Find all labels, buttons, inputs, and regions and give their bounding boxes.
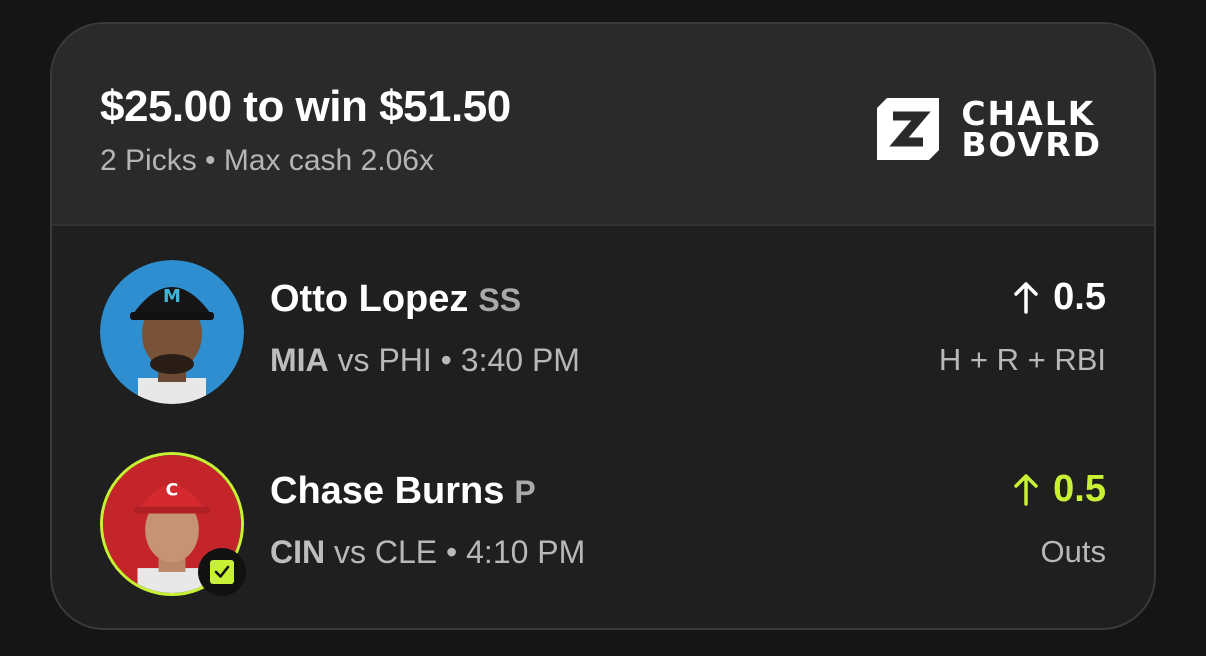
player-name-line: Chase Burns P <box>270 470 536 513</box>
pick-hit-badge <box>198 548 246 596</box>
check-icon <box>210 560 234 584</box>
player-name: Chase Burns <box>270 470 505 512</box>
player-name: Otto Lopez <box>270 278 469 320</box>
stat-type: H + R + RBI <box>938 342 1106 377</box>
arrow-up-icon <box>1014 281 1038 314</box>
team-abbr: CIN <box>270 534 326 570</box>
picks-summary: 2 Picks • Max cash 2.06x <box>100 144 434 177</box>
line-value: 0.5 <box>1053 276 1106 318</box>
stake-payout-title: $25.00 to win $51.50 <box>100 82 511 131</box>
matchup-time: vs PHI • 3:40 PM <box>337 342 580 378</box>
arrow-up-icon <box>1014 473 1038 506</box>
player-position: P <box>514 474 536 510</box>
projection-line: 0.5 <box>1013 276 1106 319</box>
player-avatar: M <box>100 260 244 404</box>
chalkboard-logo-text: CHALK BOVRD <box>961 97 1102 164</box>
chalkboard-logo-icon <box>877 98 940 160</box>
stat-type: Outs <box>1040 534 1106 569</box>
projection-line: 0.5 <box>1013 468 1106 511</box>
svg-text:M: M <box>163 286 181 307</box>
bet-slip-card[interactable]: $25.00 to win $51.50 2 Picks • Max cash … <box>50 22 1156 630</box>
game-info: MIA vs PHI • 3:40 PM <box>270 342 580 379</box>
logo-text-line2: BOVRD <box>961 125 1102 164</box>
line-value: 0.5 <box>1053 468 1106 510</box>
pick-row[interactable]: M Otto Lopez SS MIA vs PHI • 3:40 PM 0.5 … <box>100 260 1106 410</box>
player-position: SS <box>478 282 522 318</box>
matchup-time: vs CLE • 4:10 PM <box>334 534 586 570</box>
svg-text:C: C <box>166 480 179 500</box>
team-abbr: MIA <box>270 342 329 378</box>
player-photo-otto-lopez: M <box>100 260 244 404</box>
game-info: CIN vs CLE • 4:10 PM <box>270 534 585 571</box>
slip-header: $25.00 to win $51.50 2 Picks • Max cash … <box>52 24 1154 226</box>
player-name-line: Otto Lopez SS <box>270 278 521 321</box>
chalkboard-logo: CHALK BOVRD <box>877 97 1102 164</box>
pick-row[interactable]: C Chase Burns P CIN vs CLE • 4:10 PM 0.5 … <box>100 452 1106 602</box>
